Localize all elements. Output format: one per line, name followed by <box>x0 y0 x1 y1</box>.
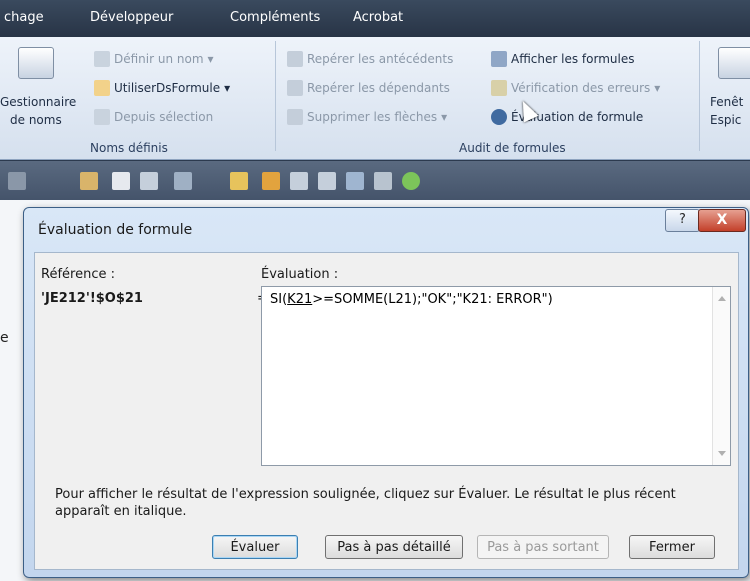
name-manager-icon <box>18 47 54 79</box>
watch-window-button[interactable]: Fenêt Espic <box>706 41 750 131</box>
remove-arrows-icon <box>287 109 303 125</box>
name-manager-label-1: Gestionnaire <box>0 95 77 109</box>
watch-window-label-1: Fenêt <box>710 95 744 109</box>
show-formulas-icon <box>491 51 507 67</box>
dialog-title: Évaluation de formule <box>38 222 193 238</box>
toolbar-icon[interactable] <box>262 172 280 190</box>
toolbar-icon[interactable] <box>290 172 308 190</box>
from-selection-label: Depuis sélection <box>114 110 214 124</box>
tab-acrobat[interactable]: Acrobat <box>353 10 403 25</box>
chevron-down-icon: ▾ <box>441 110 448 124</box>
evaluate-formula-icon <box>491 109 507 125</box>
watch-window-label-2: Espic <box>710 113 742 127</box>
trace-precedents-label: Repérer les antécédents <box>307 52 454 66</box>
tab-developpeur[interactable]: Développeur <box>90 10 173 25</box>
trace-dependents-label: Repérer les dépendants <box>307 81 450 95</box>
trace-precedents-button[interactable]: Repérer les antécédents <box>287 51 453 67</box>
define-name-button[interactable]: Définir un nom ▾ <box>94 51 214 67</box>
trace-dependents-icon <box>287 80 303 96</box>
evaluation-label: Évaluation : <box>261 267 339 282</box>
reference-value: 'JE212'!$O$21 <box>41 291 143 306</box>
toolbar-icon[interactable] <box>402 172 420 190</box>
evaluate-button[interactable]: Évaluer <box>212 535 298 559</box>
evaluate-formula-button[interactable]: Évaluation de formule <box>491 109 643 125</box>
toolbar-icon[interactable] <box>346 172 364 190</box>
names-group-label: Noms définis <box>90 141 168 155</box>
tab-affichage[interactable]: chage <box>4 10 44 25</box>
from-selection-button[interactable]: Depuis sélection <box>94 109 213 125</box>
audit-group-label: Audit de formules <box>459 141 566 155</box>
use-in-formula-button[interactable]: UtiliserDsFormule ▾ <box>94 80 230 96</box>
toolbar-icon[interactable] <box>80 172 98 190</box>
scroll-up-icon[interactable] <box>718 296 726 301</box>
evaluate-formula-dialog: Évaluation de formule ? X Référence : 'J… <box>23 207 749 578</box>
ribbon-tab-bar: chage Développeur Compléments Acrobat <box>0 0 750 37</box>
chevron-down-icon: ▾ <box>654 81 661 95</box>
error-check-button[interactable]: Vérification des erreurs ▾ <box>491 80 660 96</box>
define-name-label: Définir un nom <box>114 52 204 66</box>
formula-underlined-part: K21 <box>287 292 313 307</box>
show-formulas-button[interactable]: Afficher les formules <box>491 51 634 67</box>
quick-access-toolbar <box>0 160 750 201</box>
name-manager-label-2: de noms <box>10 113 62 127</box>
dialog-body: Référence : 'JE212'!$O$21 Évaluation : =… <box>34 252 739 570</box>
toolbar-icon[interactable] <box>230 172 248 190</box>
ribbon-panel: Gestionnaire de noms Définir un nom ▾ Ut… <box>0 37 750 160</box>
toolbar-icon[interactable] <box>374 172 392 190</box>
vertical-scrollbar[interactable] <box>712 287 730 465</box>
scroll-down-icon[interactable] <box>718 451 726 456</box>
tab-complements[interactable]: Compléments <box>230 10 320 25</box>
formula-text: SI(K21>=SOMME(L21);"OK";"K21: ERROR") <box>270 292 553 307</box>
close-dialog-button[interactable]: Fermer <box>629 535 715 559</box>
watch-window-icon <box>718 47 750 79</box>
remove-arrows-label: Supprimer les flèches <box>307 110 438 124</box>
trace-precedents-icon <box>287 51 303 67</box>
toolbar-icon[interactable] <box>112 172 130 190</box>
show-formulas-label: Afficher les formules <box>511 52 635 66</box>
error-check-icon <box>491 80 507 96</box>
use-in-formula-label: UtiliserDsFormule <box>114 81 221 95</box>
step-out-button[interactable]: Pas à pas sortant <box>477 535 609 559</box>
chevron-down-icon: ▾ <box>207 52 214 66</box>
close-button[interactable]: X <box>698 209 746 232</box>
formula-prefix: SI( <box>270 292 288 307</box>
table-icon <box>94 109 110 125</box>
error-check-label: Vérification des erreurs <box>511 81 651 95</box>
define-name-icon <box>94 51 110 67</box>
step-in-button[interactable]: Pas à pas détaillé <box>325 535 463 559</box>
name-manager-button[interactable]: Gestionnaire de noms <box>0 41 76 131</box>
toolbar-icon[interactable] <box>318 172 336 190</box>
help-button[interactable]: ? <box>665 209 700 232</box>
toolbar-icon[interactable] <box>8 172 26 190</box>
trace-dependents-button[interactable]: Repérer les dépendants <box>287 80 450 96</box>
function-icon <box>94 80 110 96</box>
evaluation-textbox[interactable]: SI(K21>=SOMME(L21);"OK";"K21: ERROR") <box>261 286 731 466</box>
sheet-text-fragment: e <box>0 330 9 346</box>
group-separator <box>699 41 700 151</box>
reference-label: Référence : <box>41 267 115 282</box>
toolbar-icon[interactable] <box>174 172 192 190</box>
instruction-text: Pour afficher le résultat de l'expressio… <box>55 487 676 519</box>
remove-arrows-button[interactable]: Supprimer les flèches ▾ <box>287 109 447 125</box>
group-separator <box>275 41 276 151</box>
toolbar-icon[interactable] <box>140 172 158 190</box>
formula-suffix: >=SOMME(L21);"OK";"K21: ERROR") <box>312 292 553 307</box>
chevron-down-icon: ▾ <box>224 81 231 95</box>
